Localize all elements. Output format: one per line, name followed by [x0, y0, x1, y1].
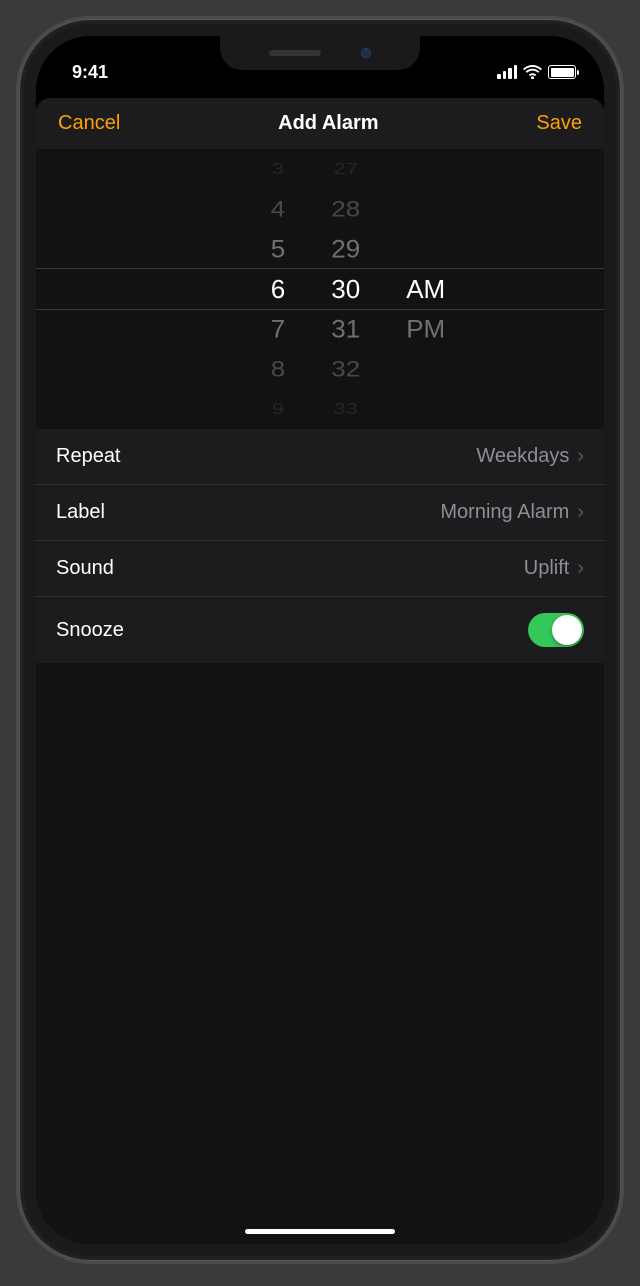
notch	[220, 36, 420, 70]
hour-picker-column[interactable]: 3 4 5 6 7 8 9	[271, 149, 285, 429]
status-time: 9:41	[72, 62, 108, 83]
chevron-right-icon: ›	[577, 501, 584, 524]
sound-label: Sound	[56, 557, 114, 580]
wifi-icon	[523, 65, 542, 79]
minute-selected: 30	[331, 269, 360, 309]
snooze-toggle[interactable]	[528, 613, 584, 647]
save-button[interactable]: Save	[536, 112, 582, 135]
page-title: Add Alarm	[278, 112, 378, 135]
chevron-right-icon: ›	[577, 445, 584, 468]
ampm-selected: AM	[406, 269, 445, 309]
nav-bar: Cancel Add Alarm Save	[36, 98, 604, 149]
alarm-settings-list: Repeat Weekdays › Label Morning Alarm › …	[36, 429, 604, 663]
repeat-row[interactable]: Repeat Weekdays ›	[36, 429, 604, 485]
label-label: Label	[56, 501, 105, 524]
empty-space	[36, 663, 604, 1244]
chevron-right-icon: ›	[577, 557, 584, 580]
sound-value: Uplift	[524, 557, 570, 580]
snooze-row: Snooze	[36, 597, 604, 663]
toggle-knob	[552, 615, 582, 645]
sound-row[interactable]: Sound Uplift ›	[36, 541, 604, 597]
hour-selected: 6	[271, 269, 285, 309]
battery-icon	[548, 65, 576, 79]
label-value: Morning Alarm	[440, 501, 569, 524]
ampm-picker-column[interactable]: AM PM	[406, 149, 445, 429]
cellular-signal-icon	[497, 65, 517, 79]
home-indicator[interactable]	[245, 1229, 395, 1234]
front-camera	[361, 48, 371, 58]
repeat-label: Repeat	[56, 445, 121, 468]
status-indicators	[497, 65, 576, 79]
speaker-grille	[269, 50, 321, 56]
cancel-button[interactable]: Cancel	[58, 112, 120, 135]
phone-frame: 9:41 Cancel Add Alarm Save	[20, 20, 620, 1260]
screen: 9:41 Cancel Add Alarm Save	[36, 36, 604, 1244]
repeat-value: Weekdays	[476, 445, 569, 468]
snooze-label: Snooze	[56, 619, 124, 642]
minute-picker-column[interactable]: 27 28 29 30 31 32 33	[331, 149, 360, 429]
time-picker: 3 4 5 6 7 8 9 27 28 29 30 31 32 33	[36, 149, 604, 429]
label-row[interactable]: Label Morning Alarm ›	[36, 485, 604, 541]
